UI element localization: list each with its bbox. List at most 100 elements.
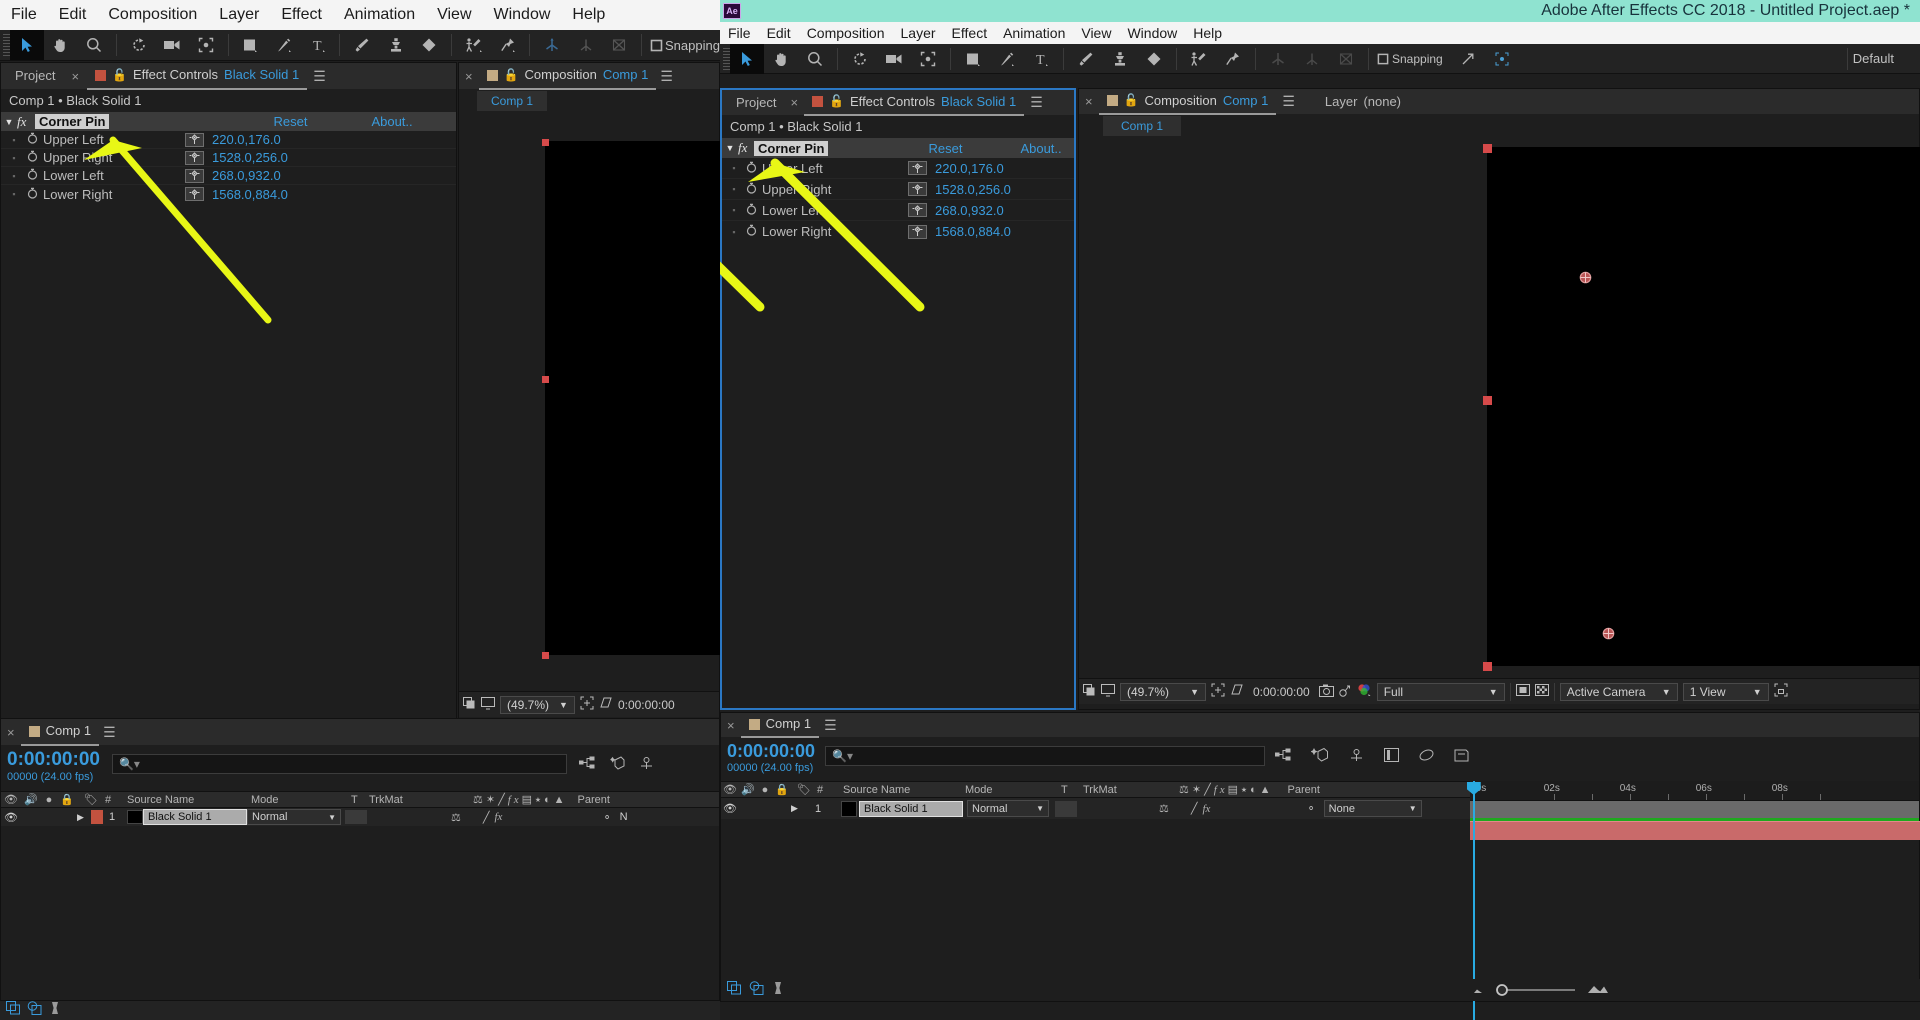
menu-item-layer[interactable]: Layer bbox=[208, 0, 270, 30]
row-parent-switch-icon[interactable]: ⚖ bbox=[451, 811, 461, 824]
toggle-transparency-grid-icon[interactable] bbox=[1534, 683, 1549, 700]
outer-ec-effect-name[interactable]: Corner Pin bbox=[35, 114, 110, 129]
row-video-toggle[interactable]: 👁 bbox=[1, 811, 21, 824]
preview-region-icon[interactable] bbox=[1485, 44, 1519, 74]
new-comp-icon[interactable] bbox=[6, 1001, 21, 1020]
roto-brush-tool-icon[interactable] bbox=[1182, 44, 1216, 74]
row-mode-dropdown[interactable]: Normal ▼ bbox=[967, 800, 1049, 817]
shape-tool-icon[interactable] bbox=[234, 30, 268, 60]
resolution-dropdown[interactable]: Full ▼ bbox=[1376, 682, 1505, 701]
view-axis-mode-icon[interactable] bbox=[603, 30, 637, 60]
eraser-tool-icon[interactable] bbox=[413, 30, 447, 60]
pan-behind-tool-icon[interactable] bbox=[911, 44, 945, 74]
inner-tab-effect-controls[interactable]: 🔓 Effect Controls Black Solid 1 bbox=[804, 89, 1025, 116]
snapping-arrow-icon[interactable] bbox=[1451, 44, 1485, 74]
ec-property-row[interactable]: ▪ Upper Right 1528.0,256.0 bbox=[1, 149, 456, 167]
point-control-icon[interactable] bbox=[908, 182, 927, 196]
point-control-icon[interactable] bbox=[908, 224, 927, 239]
menu-item-animation[interactable]: Animation bbox=[333, 0, 426, 30]
snapping-checkbox[interactable] bbox=[1374, 44, 1392, 74]
rotation-tool-icon[interactable] bbox=[122, 30, 156, 60]
ec-property-row[interactable]: ▪ Lower Left 268.0,932.0 bbox=[1, 167, 456, 185]
hand-tool-icon[interactable] bbox=[764, 44, 798, 74]
row-parent-pick-icon[interactable]: ⚬ bbox=[1306, 802, 1315, 815]
video-toggle-icon[interactable]: 👁 bbox=[721, 783, 739, 796]
row-mode-dropdown[interactable]: Normal ▼ bbox=[247, 809, 341, 825]
corner-pin-handle[interactable] bbox=[542, 376, 549, 383]
timeline-ruler[interactable]: 0s 02s 04s 06s 08s bbox=[1469, 781, 1919, 801]
timeline-zoom-slider[interactable] bbox=[1495, 983, 1579, 997]
menu-item-effect[interactable]: Effect bbox=[270, 0, 333, 30]
stopwatch-icon[interactable] bbox=[746, 203, 762, 218]
inner-ec-twirl-icon[interactable]: ▼ bbox=[722, 143, 738, 153]
local-axis-mode-icon[interactable] bbox=[1261, 44, 1295, 74]
inner-ec-menu-icon[interactable]: ☰ bbox=[1030, 94, 1043, 111]
outer-ec-about-link[interactable]: About.. bbox=[371, 114, 412, 129]
shape-tool-icon[interactable] bbox=[956, 44, 990, 74]
point-control-icon[interactable] bbox=[185, 150, 204, 165]
region-of-interest-icon[interactable] bbox=[1211, 683, 1225, 700]
row-source-name[interactable]: Black Solid 1 bbox=[143, 809, 247, 825]
menu-item-edit[interactable]: Edit bbox=[48, 0, 98, 30]
solo-toggle-icon[interactable]: ● bbox=[41, 794, 57, 806]
row-source-name[interactable]: Black Solid 1 bbox=[859, 800, 963, 817]
corner-pin-point-lower-left[interactable] bbox=[1602, 627, 1615, 640]
channel-rgb-icon[interactable] bbox=[1357, 683, 1372, 700]
outer-layer-row[interactable]: 👁 ▶ 1 Black Solid 1 Normal ▼ ⚖ ╱ fx ⚬ N bbox=[1, 808, 719, 826]
stopwatch-icon[interactable] bbox=[27, 187, 43, 202]
row-trkmat-box[interactable] bbox=[1055, 800, 1077, 817]
rotation-tool-icon[interactable] bbox=[843, 44, 877, 74]
row-parent-dropdown[interactable]: None ▼ bbox=[1323, 800, 1422, 817]
outer-ec-reset-link[interactable]: Reset bbox=[273, 114, 307, 129]
menu-item-file[interactable]: File bbox=[0, 0, 48, 30]
ec-property-value[interactable]: 1568.0,884.0 bbox=[212, 187, 288, 202]
ec-property-value[interactable]: 1528.0,256.0 bbox=[935, 182, 1011, 197]
menu-item-view[interactable]: View bbox=[1073, 22, 1119, 44]
composition-mini-flowchart-icon[interactable] bbox=[1274, 748, 1291, 767]
layer-corner-handle[interactable] bbox=[1483, 662, 1492, 671]
auto-keyframe-icon[interactable] bbox=[1454, 748, 1469, 767]
text-tool-icon[interactable]: T bbox=[301, 30, 335, 60]
inner-zoom-dropdown[interactable]: (49.7%) ▼ bbox=[1120, 682, 1206, 701]
clone-stamp-tool-icon[interactable] bbox=[379, 30, 413, 60]
audio-toggle-icon[interactable]: 🔊 bbox=[739, 783, 757, 796]
graph-editor-icon[interactable] bbox=[1384, 748, 1400, 767]
outer-comp-viewer[interactable] bbox=[459, 113, 720, 691]
delete-icon[interactable] bbox=[48, 1001, 62, 1020]
row-video-toggle[interactable]: 👁 bbox=[721, 802, 739, 815]
inner-ec-effect-name[interactable]: Corner Pin bbox=[754, 140, 829, 156]
main-viewer-icon[interactable] bbox=[481, 696, 495, 713]
ec-property-value[interactable]: 1568.0,884.0 bbox=[935, 224, 1011, 239]
camera-tool-icon[interactable] bbox=[877, 44, 911, 74]
audio-toggle-icon[interactable]: 🔊 bbox=[21, 793, 41, 806]
always-preview-icon[interactable] bbox=[463, 696, 476, 713]
outer-tab-project[interactable]: Project bbox=[7, 63, 63, 89]
menu-item-edit[interactable]: Edit bbox=[759, 22, 799, 44]
menu-item-composition[interactable]: Composition bbox=[97, 0, 208, 30]
ec-property-row[interactable]: ▪ Upper Left 220.0,176.0 bbox=[722, 158, 1074, 179]
menu-item-animation[interactable]: Animation bbox=[995, 22, 1073, 44]
world-axis-mode-icon[interactable] bbox=[569, 30, 603, 60]
ec-property-row[interactable]: ▪ Lower Left 268.0,932.0 bbox=[722, 200, 1074, 221]
corner-pin-handle[interactable] bbox=[542, 652, 549, 659]
camera-dropdown[interactable]: Active Camera ▼ bbox=[1559, 682, 1678, 701]
point-control-icon[interactable] bbox=[908, 161, 927, 175]
layer-corner-handle[interactable] bbox=[1483, 396, 1492, 405]
transparency-grid-icon[interactable] bbox=[1230, 683, 1244, 700]
clone-stamp-tool-icon[interactable] bbox=[1103, 44, 1137, 74]
ec-property-value[interactable]: 220.0,176.0 bbox=[935, 161, 1004, 176]
lock-icon[interactable]: 🔓 bbox=[829, 89, 844, 114]
video-toggle-icon[interactable]: 👁 bbox=[1, 793, 21, 806]
row-fx-icon[interactable]: fx bbox=[1198, 803, 1211, 815]
new-comp-icon[interactable] bbox=[727, 980, 742, 1000]
lock-icon[interactable]: 🔓 bbox=[112, 62, 127, 88]
zoom-out-timeline-icon[interactable] bbox=[1471, 981, 1487, 999]
zoom-tool-icon[interactable] bbox=[77, 30, 111, 60]
hand-tool-icon[interactable] bbox=[44, 30, 78, 60]
puppet-pin-tool-icon[interactable] bbox=[491, 30, 525, 60]
stopwatch-icon[interactable] bbox=[746, 182, 762, 197]
inner-tl-menu-icon[interactable]: ☰ bbox=[824, 717, 837, 734]
inner-ec-reset-link[interactable]: Reset bbox=[928, 141, 962, 156]
outer-tl-menu-icon[interactable]: ☰ bbox=[103, 724, 116, 741]
views-dropdown[interactable]: 1 View ▼ bbox=[1682, 682, 1769, 701]
